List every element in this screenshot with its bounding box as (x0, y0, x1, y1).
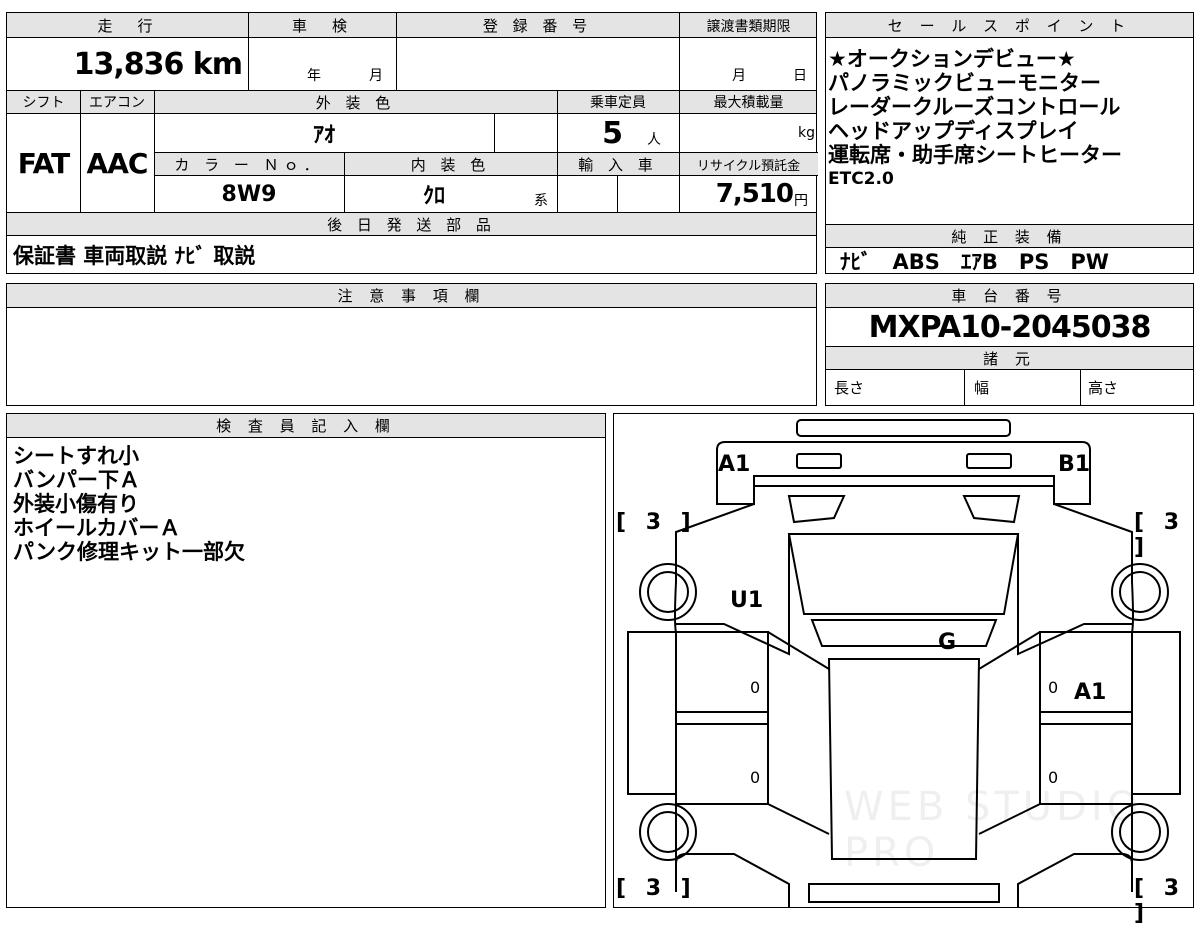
capacity-header: 乗車定員 (590, 95, 646, 111)
door-mark: 0 (750, 768, 761, 787)
transfer-deadline-header: 譲渡書類期限 (706, 18, 791, 35)
inspector-line: 外装小傷有り (13, 492, 139, 516)
imported-header: 輸 入 車 (578, 155, 658, 174)
exterior-color-header: 外 装 色 (315, 93, 396, 112)
sales-point-item: 運転席・助手席シートヒーター (828, 143, 1122, 167)
damage-mark-roof: G (938, 630, 957, 655)
mileage-header: 走 行 (97, 17, 158, 35)
recycle-fee-value: 7,510 (715, 179, 794, 209)
sales-point-item: ヘッドアップディスプレイ (828, 119, 1079, 143)
chassis-header: 車 台 番 号 (826, 284, 1193, 308)
transfer-day-unit: 日 (793, 68, 807, 84)
grid-line (344, 152, 345, 212)
tire-tread-rear-right: [ 3 ] (1134, 876, 1186, 926)
chassis-number: MXPA10-2045038 (868, 309, 1152, 345)
sales-points-list: ★オークションデビュー★ パノラミックビューモニター レーダークルーズコントロー… (828, 47, 1193, 191)
recycle-fee-header: リサイクル預託金 (696, 158, 801, 174)
interior-color-value: ｸﾛ (422, 184, 445, 209)
sales-points-panel: セ ー ル ス ポ イ ン ト ★オークションデビュー★ パノラミックビューモニ… (825, 12, 1194, 274)
grid-line (154, 90, 155, 212)
grid-line (1080, 370, 1081, 406)
spec-width-label: 幅 (974, 379, 990, 397)
vehicle-info-grid: 走 行 車 検 登 録 番 号 譲渡書類期限 13,836 km 年 月 月 日… (6, 12, 818, 274)
grid-line (964, 370, 965, 406)
interior-color-suffix: 系 (534, 193, 548, 209)
grid-line (557, 90, 558, 212)
later-parts-value: 保証書 車両取説 ﾅﾋﾞ 取説 (13, 243, 256, 268)
grid-line (248, 13, 249, 90)
shift-value: FAT (17, 146, 71, 180)
sales-point-item: ETC2.0 (828, 169, 894, 189)
aircon-value: AAC (86, 146, 149, 180)
sales-point-item: パノラミックビューモニター (828, 71, 1101, 95)
color-no-header: カ ラ ー Ｎｏ． (174, 155, 324, 174)
inspector-header: 検 査 員 記 入 欄 (7, 414, 605, 438)
damage-mark-right-rear-door: A1 (1074, 680, 1107, 705)
inspector-panel: 検 査 員 記 入 欄 シートすれ小 バンパー下Ａ 外装小傷有り ホイールカバー… (6, 413, 606, 908)
damage-mark-left-fender: U1 (730, 588, 764, 613)
door-mark: 0 (750, 678, 761, 697)
tire-tread-front-right: [ 3 ] (1134, 510, 1186, 560)
exterior-color-value: ｱｵ (312, 123, 335, 148)
inspector-line: シートすれ小 (13, 444, 139, 468)
notes-panel: 注 意 事 項 欄 (6, 283, 817, 406)
grid-line (617, 176, 618, 212)
later-parts-header: 後 日 発 送 部 品 (327, 215, 496, 234)
damage-mark-front-left: A1 (718, 452, 751, 477)
registration-header: 登 録 番 号 (482, 17, 593, 35)
genuine-equipment-value: ﾅﾋﾞ ABS ｴｱB PS PW (840, 250, 1109, 274)
inspector-notes: シートすれ小 バンパー下Ａ 外装小傷有り ホイールカバーＡ パンク修理キット一部… (13, 444, 593, 564)
grid-line (679, 13, 680, 212)
max-load-header: 最大積載量 (713, 95, 784, 111)
capacity-unit: 人 (647, 132, 661, 148)
color-no-value: 8W9 (221, 181, 277, 207)
grid-line (396, 13, 397, 90)
notes-header: 注 意 事 項 欄 (7, 284, 816, 308)
damage-mark-front-right: B1 (1058, 452, 1091, 477)
shift-header: シフト (22, 95, 65, 111)
spec-height-label: 高さ (1088, 379, 1119, 397)
watermark: WEB STUDIO PRO (844, 784, 1143, 876)
spec-length-label: 長さ (834, 379, 865, 397)
mileage-value: 13,836 km (73, 46, 243, 82)
grid-line (80, 90, 81, 212)
aircon-header: エアコン (89, 95, 145, 111)
specs-header: 諸 元 (826, 346, 1193, 370)
inspection-month-unit: 月 (369, 68, 383, 84)
inspection-header: 車 検 (291, 17, 352, 35)
inspection-year-unit: 年 (307, 68, 321, 84)
inspector-line: パンク修理キット一部欠 (13, 540, 246, 564)
door-mark: 0 (1048, 678, 1059, 697)
sales-points-header: セ ー ル ス ポ イ ン ト (826, 13, 1193, 38)
max-load-unit: kg (798, 125, 815, 141)
interior-color-header: 内 装 色 (410, 155, 491, 174)
transfer-month-unit: 月 (732, 68, 746, 84)
grid-line (494, 114, 495, 152)
sales-point-item: ★オークションデビュー★ (828, 47, 1076, 71)
registration-value (396, 38, 679, 90)
inspector-line: バンパー下Ａ (13, 468, 141, 492)
tire-tread-front-left: [ 3 ] (616, 510, 697, 535)
chassis-panel: 車 台 番 号 MXPA10-2045038 諸 元 長さ 幅 高さ (825, 283, 1194, 406)
tire-tread-rear-left: [ 3 ] (616, 876, 697, 901)
car-diagram-panel: A1 B1 U1 G A1 [ 3 ] [ 3 ] [ 3 ] [ 3 ] 0 … (613, 413, 1194, 926)
genuine-equipment-header: 純 正 装 備 (826, 224, 1193, 248)
sales-point-item: レーダークルーズコントロール (828, 95, 1121, 119)
recycle-fee-unit: 円 (794, 193, 808, 209)
notes-value (13, 312, 803, 392)
capacity-value: 5 (602, 115, 623, 151)
inspector-line: ホイールカバーＡ (13, 516, 181, 540)
